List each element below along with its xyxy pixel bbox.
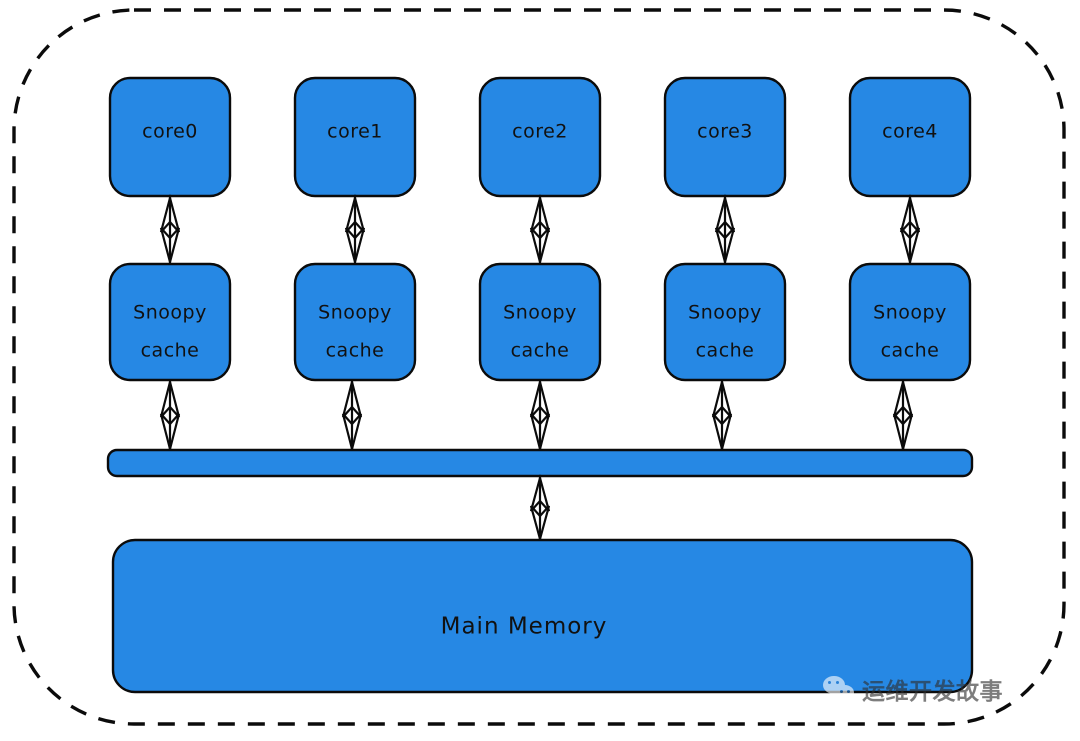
connector-bus-memory: [529, 473, 551, 544]
connector-core-cache-2: [529, 193, 551, 267]
connector-core-cache-1: [344, 193, 366, 267]
cache-node-2[interactable]: Snoopy cache: [478, 262, 602, 382]
core-row: core0 core1 core2 core3 core4: [108, 76, 972, 198]
cache-label-line2: cache: [326, 340, 385, 362]
core-node-4[interactable]: core4: [848, 76, 972, 198]
core-label: core4: [882, 121, 938, 143]
core-node-3[interactable]: core3: [663, 76, 787, 198]
core-label: core2: [512, 121, 568, 143]
cache-row: Snoopy cache Snoopy cache Snoopy cache S…: [108, 262, 972, 382]
diagram-root: core0 core1 core2 core3 core4 Snoopy cac…: [0, 0, 1080, 741]
core-to-cache-connectors: [159, 193, 921, 267]
main-memory-label: Main Memory: [441, 614, 608, 640]
cache-node-4[interactable]: Snoopy cache: [848, 262, 972, 382]
cache-label-line1: Snoopy: [873, 302, 947, 324]
connector-core-cache-3: [714, 193, 736, 267]
core-node-2[interactable]: core2: [478, 76, 602, 198]
connector-cache-bus-0: [159, 381, 181, 450]
cache-node-1[interactable]: Snoopy cache: [293, 262, 417, 382]
bus-bar[interactable]: [106, 448, 974, 478]
connector-cache-bus-2: [529, 381, 551, 450]
cache-label-line2: cache: [881, 340, 940, 362]
core-node-0[interactable]: core0: [108, 76, 232, 198]
core-label: core0: [142, 121, 198, 143]
core-label: core1: [327, 121, 383, 143]
connector-cache-bus-4: [892, 381, 914, 450]
connector-cache-bus-3: [711, 381, 733, 450]
connector-cache-bus-1: [341, 381, 363, 450]
main-memory-node[interactable]: Main Memory: [111, 538, 974, 694]
connector-core-cache-0: [159, 193, 181, 267]
cache-label-line2: cache: [511, 340, 570, 362]
cache-node-0[interactable]: Snoopy cache: [108, 262, 232, 382]
cache-label-line1: Snoopy: [318, 302, 392, 324]
core-node-1[interactable]: core1: [293, 76, 417, 198]
core-label: core3: [697, 121, 753, 143]
cache-label-line2: cache: [696, 340, 755, 362]
connector-core-cache-4: [899, 193, 921, 267]
diagram-canvas: core0 core1 core2 core3 core4 Snoopy cac…: [12, 8, 1066, 726]
system-bus[interactable]: [106, 448, 974, 478]
cache-label-line1: Snoopy: [503, 302, 577, 324]
cache-label-line1: Snoopy: [133, 302, 207, 324]
cache-label-line1: Snoopy: [688, 302, 762, 324]
cache-label-line2: cache: [141, 340, 200, 362]
cache-to-bus-connectors: [159, 381, 914, 450]
cache-node-3[interactable]: Snoopy cache: [663, 262, 787, 382]
